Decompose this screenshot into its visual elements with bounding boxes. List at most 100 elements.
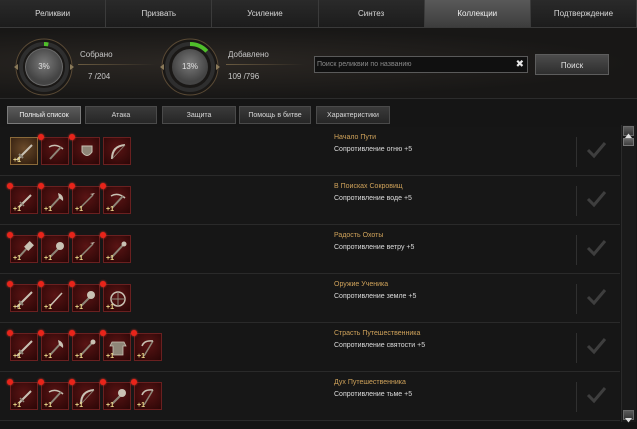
relic-level: +1 [137, 402, 145, 409]
relic-level: +1 [44, 304, 52, 311]
new-indicator-dot [38, 281, 44, 287]
new-indicator-dot [100, 330, 106, 336]
new-indicator-dot [100, 379, 106, 385]
relic-slot[interactable]: +1 [38, 379, 69, 410]
tab-2[interactable]: Усиление [212, 0, 319, 27]
row-divider [576, 284, 577, 314]
relic-slot[interactable]: +1 [38, 330, 69, 361]
relic-slot[interactable] [103, 137, 131, 165]
new-indicator-dot [69, 232, 75, 238]
new-indicator-dot [69, 379, 75, 385]
scroll-thumb[interactable] [623, 138, 634, 146]
checkmark-icon[interactable] [585, 335, 607, 362]
added-percent: 13% [181, 62, 198, 71]
relic-slot[interactable]: +1 [7, 379, 38, 410]
relic-slot[interactable]: +1 [38, 281, 69, 312]
relic-level: +1 [13, 255, 21, 262]
scrollbar[interactable] [621, 125, 636, 423]
shield-icon [81, 145, 93, 156]
scroll-down-button[interactable] [623, 410, 634, 423]
tab-0[interactable]: Реликвии [0, 0, 107, 27]
relic-slot[interactable]: +1 [10, 137, 38, 165]
relic-slot[interactable]: +1 [100, 183, 131, 214]
new-indicator-dot [7, 281, 13, 287]
relic-level: +1 [75, 206, 83, 213]
relic-level: +1 [137, 353, 145, 360]
relic-slot[interactable] [38, 134, 69, 165]
filter-button-4[interactable]: Характеристики [316, 106, 390, 124]
relic-icons: +1 +1 +1 +1 [7, 232, 131, 263]
row-divider [576, 382, 577, 412]
relic-slot[interactable]: +1 [100, 281, 131, 312]
relic-slot[interactable]: +1 [7, 232, 38, 263]
added-progress-gauge: 13% [160, 37, 220, 97]
relic-slot[interactable]: +1 [69, 281, 100, 312]
collections-list: +1 Начало Пути Сопротивление огню +5 +1 +1 +1… [0, 127, 620, 422]
new-indicator-dot [69, 183, 75, 189]
new-indicator-dot [7, 232, 13, 238]
checkmark-icon[interactable] [585, 139, 607, 166]
checkmark-icon[interactable] [585, 286, 607, 313]
relic-level: +1 [13, 157, 21, 164]
relic-slot[interactable]: +1 [131, 379, 162, 410]
filter-button-3[interactable]: Помощь в битве [239, 106, 311, 124]
checkmark-icon[interactable] [585, 237, 607, 264]
filter-button-1[interactable]: Атака [85, 106, 157, 124]
filter-button-2[interactable]: Защита [162, 106, 236, 124]
collection-title: Страсть Путешественника [334, 330, 421, 337]
relic-level: +1 [44, 353, 52, 360]
collection-bonus: Сопротивление ветру +5 [334, 244, 415, 251]
tab-5[interactable]: Подтверждение [530, 0, 637, 27]
tab-1[interactable]: Призвать [106, 0, 213, 27]
filter-button-0[interactable]: Полный список [7, 106, 81, 124]
relic-slot[interactable]: +1 [100, 330, 131, 361]
relic-icons: +1 +1 +1 +1 [7, 281, 131, 312]
tab-4[interactable]: Коллекции [424, 0, 531, 27]
collected-label: Собрано [80, 50, 113, 59]
collection-row: +1 +1 +1 +1 В Поисках Сокровищ Сопротивление … [0, 176, 620, 225]
search-input[interactable] [317, 57, 507, 72]
relic-icons: +1 +1 +1 +1 +1 [7, 379, 162, 410]
collection-title: Начало Пути [334, 134, 376, 141]
relic-slot[interactable] [69, 134, 100, 165]
relic-level: +1 [13, 206, 21, 213]
bow-icon [111, 144, 126, 160]
relic-slot[interactable]: +1 [100, 379, 131, 410]
relic-level: +1 [75, 353, 83, 360]
relic-slot[interactable]: +1 [100, 232, 131, 263]
new-indicator-dot [38, 330, 44, 336]
row-divider [576, 137, 577, 167]
new-indicator-dot [100, 232, 106, 238]
scroll-up-button[interactable] [623, 126, 634, 138]
new-indicator-dot [7, 183, 13, 189]
new-indicator-dot [131, 379, 137, 385]
relic-slot[interactable]: +1 [38, 232, 69, 263]
tab-3[interactable]: Синтез [318, 0, 425, 27]
relic-level: +1 [106, 402, 114, 409]
new-indicator-dot [100, 281, 106, 287]
collected-divider [78, 64, 156, 65]
new-indicator-dot [7, 379, 13, 385]
new-indicator-dot [131, 330, 137, 336]
relic-slot[interactable]: +1 [38, 183, 69, 214]
relic-slot[interactable]: +1 [69, 232, 100, 263]
relic-slot[interactable]: +1 [69, 330, 100, 361]
relic-slot[interactable]: +1 [69, 379, 100, 410]
checkmark-icon[interactable] [585, 384, 607, 411]
checkmark-icon[interactable] [585, 188, 607, 215]
relic-level: +1 [75, 402, 83, 409]
relic-slot[interactable]: +1 [131, 330, 162, 361]
new-indicator-dot [100, 183, 106, 189]
relic-slot[interactable]: +1 [7, 330, 38, 361]
relic-level: +1 [106, 304, 114, 311]
relic-slot[interactable]: +1 [69, 183, 100, 214]
collection-row: +1 +1 +1 +1 Радость Охоты Сопротивление ветру… [0, 225, 620, 274]
crossbow-icon [48, 144, 64, 160]
close-icon[interactable]: ✖ [516, 58, 524, 72]
collection-row: +1 +1 +1 +1 +1 Страсть Путешественника Сопроти… [0, 323, 620, 372]
new-indicator-dot [38, 379, 44, 385]
relic-icons: +1 +1 +1 +1 [7, 183, 131, 214]
relic-slot[interactable]: +1 [7, 183, 38, 214]
search-button[interactable]: Поиск [535, 54, 609, 75]
relic-slot[interactable]: +1 [7, 281, 38, 312]
